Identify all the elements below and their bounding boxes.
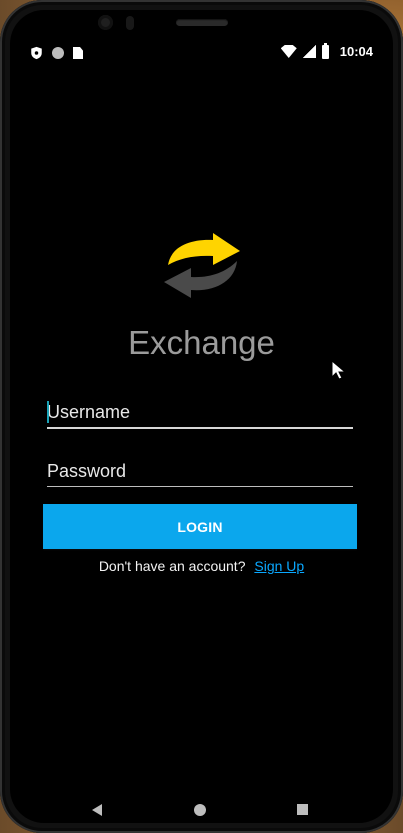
login-button[interactable]: LOGIN [43,504,357,549]
sd-card-icon [73,47,83,59]
earpiece-speaker [176,19,228,26]
app-title: Exchange [128,324,275,361]
status-right-icons: 10:04 [280,42,373,59]
status-time: 10:04 [339,44,373,59]
signal-icon [302,45,316,58]
signup-prompt-text: Don't have an account? [98,558,246,574]
username-field[interactable] [47,397,353,429]
status-bar: 10:04 [10,42,393,67]
back-icon[interactable] [92,804,102,816]
exchange-logo-icon [164,233,240,298]
circle-icon [52,47,64,59]
wifi-icon [280,45,297,58]
battery-icon [321,42,329,59]
sensor-icon [126,16,134,30]
android-navigation-bar [10,799,393,821]
username-input[interactable] [47,397,353,427]
home-icon[interactable] [194,804,206,816]
signup-link[interactable]: Sign Up [254,558,304,574]
status-left-icons [30,46,83,60]
shield-icon [31,46,42,60]
front-camera-icon [98,15,113,30]
text-cursor [47,401,49,423]
recent-apps-icon[interactable] [297,804,308,815]
device-screen: 10:04 Exchange LOGIN Don't have an accou… [10,10,393,823]
mouse-pointer-icon [331,360,346,380]
signup-prompt-row: Don't have an account? Sign Up [10,558,393,574]
password-field[interactable] [47,456,353,487]
password-input[interactable] [47,456,353,486]
phone-frame: 10:04 Exchange LOGIN Don't have an accou… [0,0,403,833]
